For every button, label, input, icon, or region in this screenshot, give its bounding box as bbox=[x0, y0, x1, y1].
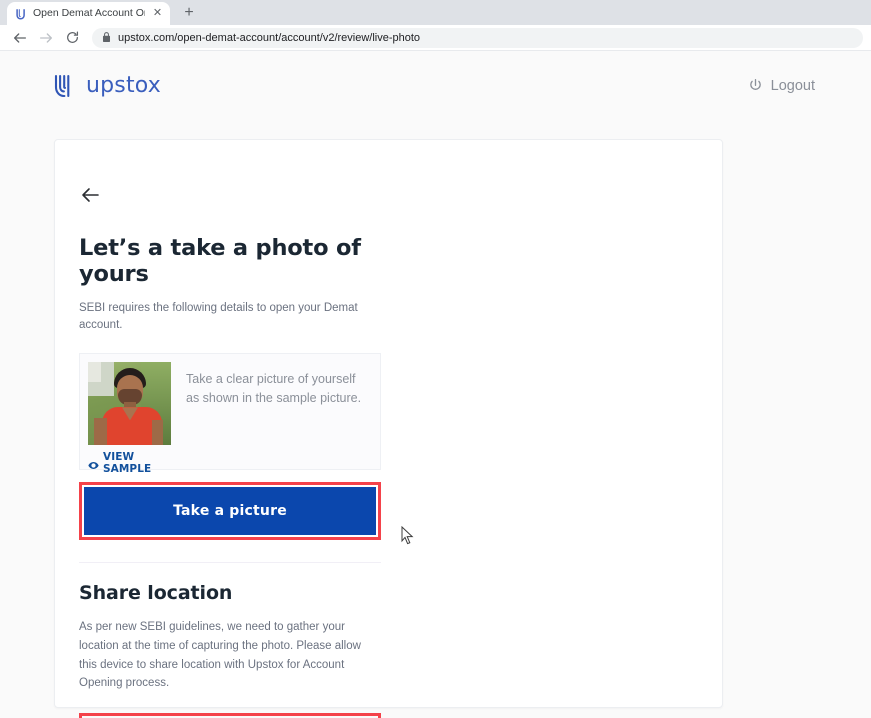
browser-tab[interactable]: Open Demat Account Online - Tr ✕ bbox=[7, 2, 170, 25]
url-text: upstox.com/open-demat-account/account/v2… bbox=[118, 31, 421, 44]
brand-name: upstox bbox=[86, 73, 161, 98]
section-divider bbox=[79, 562, 381, 564]
logout-button[interactable]: Logout bbox=[748, 78, 815, 94]
browser-window: Open Demat Account Online - Tr ✕ + bbox=[0, 0, 871, 718]
logout-label: Logout bbox=[770, 77, 815, 94]
sample-photo-thumbnail bbox=[88, 362, 171, 446]
power-icon bbox=[748, 78, 763, 93]
eye-icon bbox=[88, 458, 99, 469]
lock-icon bbox=[102, 32, 111, 43]
close-icon[interactable]: ✕ bbox=[151, 7, 164, 20]
new-tab-button[interactable]: + bbox=[176, 3, 202, 25]
content-card: Let’s a take a photo of yours SEBI requi… bbox=[54, 139, 723, 718]
sample-instruction: Take a clear picture of yourself as show… bbox=[186, 372, 362, 406]
take-picture-button[interactable]: Take a picture bbox=[84, 487, 376, 536]
site-header: upstox Logout bbox=[0, 51, 871, 120]
back-button[interactable] bbox=[8, 26, 32, 50]
page-subtitle: SEBI requires the following details to o… bbox=[79, 302, 358, 331]
browser-toolbar: upstox.com/open-demat-account/account/v2… bbox=[0, 25, 871, 51]
share-location-body: As per new SEBI guidelines, we need to g… bbox=[79, 621, 361, 690]
back-arrow-icon[interactable] bbox=[79, 184, 101, 206]
share-location-title: Share location bbox=[79, 582, 233, 605]
page-title: Let’s a take a photo of yours bbox=[79, 235, 361, 287]
take-picture-annotation: Take a picture bbox=[79, 482, 381, 541]
forward-button[interactable] bbox=[34, 26, 58, 50]
reload-button[interactable] bbox=[60, 26, 84, 50]
mouse-cursor bbox=[401, 525, 415, 546]
browser-tab-title: Open Demat Account Online - Tr bbox=[33, 7, 145, 19]
address-bar[interactable]: upstox.com/open-demat-account/account/v2… bbox=[92, 27, 863, 48]
view-sample-link[interactable]: VIEW SAMPLE bbox=[88, 451, 171, 475]
brand-logo[interactable]: upstox bbox=[54, 73, 161, 98]
view-sample-label: VIEW SAMPLE bbox=[103, 451, 152, 476]
browser-tabstrip: Open Demat Account Online - Tr ✕ + bbox=[0, 0, 871, 25]
page-viewport: upstox Logout Let’s a take a photo of yo… bbox=[0, 51, 871, 718]
upstox-logo-icon bbox=[54, 74, 76, 98]
upstox-favicon-icon bbox=[15, 8, 27, 20]
share-location-annotation: Share Location bbox=[79, 712, 381, 718]
sample-photo-card: VIEW SAMPLE Take a clear picture of your… bbox=[79, 353, 381, 475]
